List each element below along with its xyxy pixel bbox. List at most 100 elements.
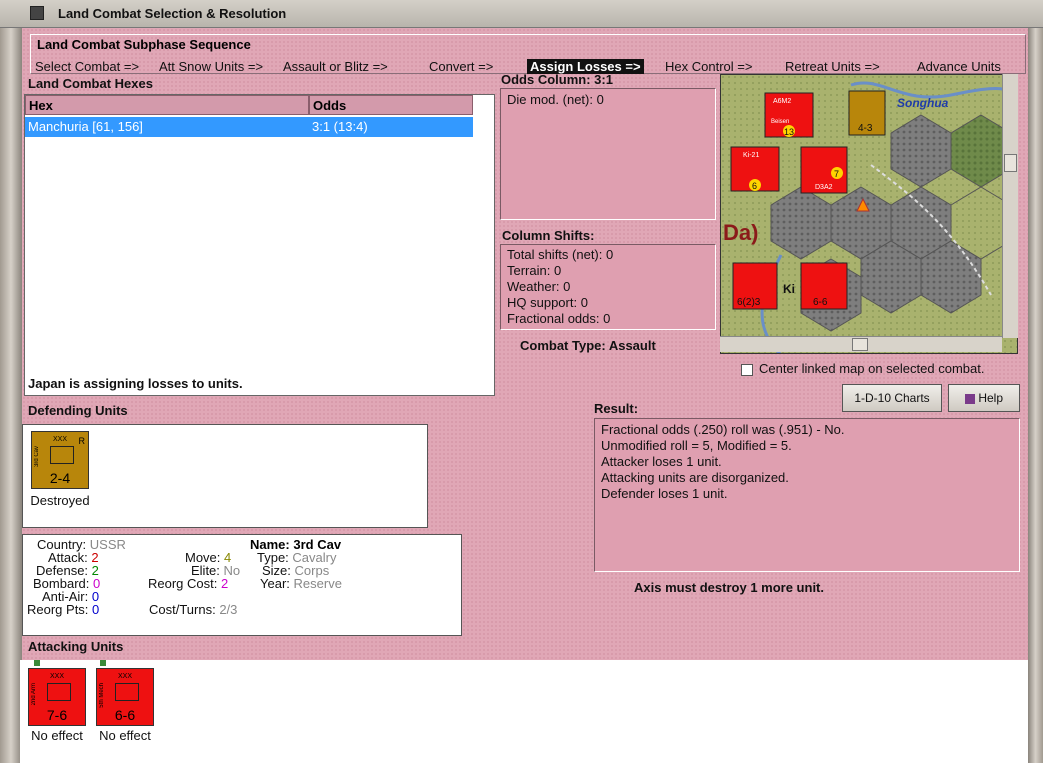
step-advance-units[interactable]: Advance Units <box>917 59 1001 74</box>
attacking-unit-2-status: No effect <box>99 728 151 743</box>
attacking-unit-2-designation: 5th Mech <box>99 683 105 708</box>
attack-unit-2-status-icon <box>100 660 106 666</box>
dialog-client: Land Combat Subphase Sequence Select Com… <box>20 28 1028 763</box>
result-line-4: Attacking units are disorganized. <box>601 470 789 485</box>
window-menu-icon[interactable] <box>30 6 44 20</box>
reorg-pts-label: Reorg Pts: <box>27 602 89 617</box>
die-mod-text: Die mod. (net): 0 <box>507 92 604 107</box>
step-convert[interactable]: Convert => <box>429 59 493 74</box>
map-vertical-scrollbar[interactable] <box>1002 74 1018 338</box>
map-label-city: Ki <box>783 282 795 296</box>
mech-symbol-icon <box>115 683 139 701</box>
subphase-sequence: Land Combat Subphase Sequence Select Com… <box>30 34 1026 74</box>
attacking-unit-counter-1[interactable]: XXX 2nd Arm 7-6 <box>28 668 86 726</box>
land-combat-hexes-title: Land Combat Hexes <box>28 76 153 91</box>
unit-info-panel: Country: USSR Attack: 2 Defense: 2 Bomba… <box>22 534 462 636</box>
map-label-songhua: Songhua <box>897 96 949 110</box>
defending-unit-counter[interactable]: XXX R 3rd Cav 2-4 <box>31 431 89 489</box>
step-retreat-units[interactable]: Retreat Units => <box>785 59 880 74</box>
attacking-unit-1-value: 7-6 <box>46 707 68 723</box>
combat-type-text: Combat Type: Assault <box>520 338 656 353</box>
help-button-label: Help <box>978 391 1004 405</box>
result-footer: Axis must destroy 1 more unit. <box>634 580 824 595</box>
row-odds: 3:1 (13:4) <box>312 119 368 134</box>
weather-shift-text: Weather: 0 <box>507 279 571 294</box>
attacking-unit-counter-2[interactable]: XXX 5th Mech 6-6 <box>96 668 154 726</box>
reorg-pts-value: 0 <box>92 602 100 617</box>
armor-symbol-icon <box>47 683 71 701</box>
defending-units-panel: XXX R 3rd Cav 2-4 Destroyed <box>22 424 428 528</box>
charts-button[interactable]: 1-D-10 Charts <box>842 384 942 412</box>
fractional-odds-shift-text: Fractional odds: 0 <box>507 311 611 326</box>
attack-unit-1-status-icon <box>34 660 40 666</box>
map-badge-1: 13 <box>784 127 794 137</box>
result-title: Result: <box>594 401 639 416</box>
year-value: Reserve <box>293 576 342 591</box>
cost-turns-value: 2/3 <box>219 602 238 617</box>
step-att-snow-units[interactable]: Att Snow Units => <box>159 59 263 74</box>
title-bar[interactable]: Land Combat Selection & Resolution <box>0 0 1043 28</box>
map-aircraft-a6m2-label: A6M2 <box>773 98 791 105</box>
window-frame: Land Combat Selection & Resolution Land … <box>0 0 1043 763</box>
map-hscroll-thumb[interactable] <box>852 338 868 351</box>
map-counter-value-2: 6(2)3 <box>737 297 761 308</box>
attacking-units-title: Attacking Units <box>28 639 124 654</box>
land-combat-hexes-table[interactable]: Hex Odds Manchuria [61, 156] 3:1 (13:4) <box>24 94 495 396</box>
map-vscroll-thumb[interactable] <box>1004 154 1017 172</box>
map-aircraft-beisen-label: Beisen <box>771 119 789 125</box>
map-label-district: Da) <box>723 220 758 245</box>
defending-unit-designation: 3rd Cav <box>34 446 40 468</box>
result-line-5: Defender loses 1 unit. <box>601 486 728 501</box>
help-button[interactable]: Help <box>948 384 1020 412</box>
cost-turns-label: Cost/Turns: <box>149 602 216 617</box>
result-line-1: Fractional odds (.250) roll was (.951) -… <box>601 422 845 437</box>
map-aircraft-d3a2-label: D3A2 <box>815 184 833 191</box>
column-header-odds[interactable]: Odds <box>309 95 473 115</box>
window-title: Land Combat Selection & Resolution <box>58 6 287 21</box>
year-label: Year: <box>260 576 290 591</box>
total-shifts-text: Total shifts (net): 0 <box>507 247 614 262</box>
center-map-label: Center linked map on selected combat. <box>759 361 985 376</box>
attacking-unit-1-status: No effect <box>31 728 83 743</box>
odds-column-title: Odds Column: 3:1 <box>501 72 613 87</box>
defending-units-title: Defending Units <box>28 403 128 418</box>
row-hex: Manchuria [61, 156] <box>28 119 143 134</box>
attacking-unit-2-size: XXX <box>117 673 132 680</box>
reorg-cost-label: Reorg Cost: <box>148 576 218 591</box>
table-row[interactable]: Manchuria [61, 156] 3:1 (13:4) <box>25 117 473 137</box>
column-shifts-title: Column Shifts: <box>502 228 595 243</box>
terrain-shift-text: Terrain: 0 <box>507 263 562 278</box>
help-book-icon <box>964 393 975 404</box>
center-map-checkbox[interactable] <box>741 364 753 376</box>
result-line-2: Unmodified roll = 5, Modified = 5. <box>601 438 792 453</box>
linked-map[interactable]: Songhua Da) Ki 4-3 A6M2 Beisen 13 Ki-21 … <box>720 74 1018 354</box>
map-badge-2: 6 <box>752 181 757 191</box>
status-message: Japan is assigning losses to units. <box>28 376 243 391</box>
column-header-hex[interactable]: Hex <box>25 95 309 115</box>
hq-support-text: HQ support: 0 <box>507 295 588 310</box>
map-horizontal-scrollbar[interactable] <box>720 336 1002 352</box>
result-pane: Fractional odds (.250) roll was (.951) -… <box>594 418 1020 572</box>
map-hexes: Songhua Da) Ki 4-3 A6M2 Beisen 13 Ki-21 … <box>721 75 1017 353</box>
reorg-cost-value: 2 <box>221 576 229 591</box>
attacking-units-panel: XXX 2nd Arm 7-6 No effect XXX 5th Mech 6… <box>20 660 1028 763</box>
subphase-sequence-title: Land Combat Subphase Sequence <box>37 37 251 52</box>
window-left-border <box>0 28 22 763</box>
attacking-unit-1-designation: 2nd Arm <box>31 683 37 706</box>
window-right-border <box>1028 28 1043 763</box>
result-line-3: Attacker loses 1 unit. <box>601 454 722 469</box>
attacking-unit-2-value: 6-6 <box>114 707 136 723</box>
map-badge-3: 7 <box>834 169 839 179</box>
cavalry-symbol-icon <box>50 446 74 464</box>
die-mod-pane: Die mod. (net): 0 <box>500 88 716 220</box>
step-select-combat[interactable]: Select Combat => <box>35 59 139 74</box>
map-counter-value-1: 4-3 <box>858 123 873 134</box>
map-counter-value-3: 6-6 <box>813 297 828 308</box>
step-hex-control[interactable]: Hex Control => <box>665 59 752 74</box>
map-aircraft-ki21-label: Ki-21 <box>743 152 759 159</box>
step-assault-or-blitz[interactable]: Assault or Blitz => <box>283 59 388 74</box>
defending-unit-status: Destroyed <box>30 493 90 508</box>
defending-unit-value: 2-4 <box>49 470 71 486</box>
defending-unit-reserve-mark: R <box>78 436 86 446</box>
column-shifts-pane: Total shifts (net): 0 Terrain: 0 Weather… <box>500 244 716 330</box>
